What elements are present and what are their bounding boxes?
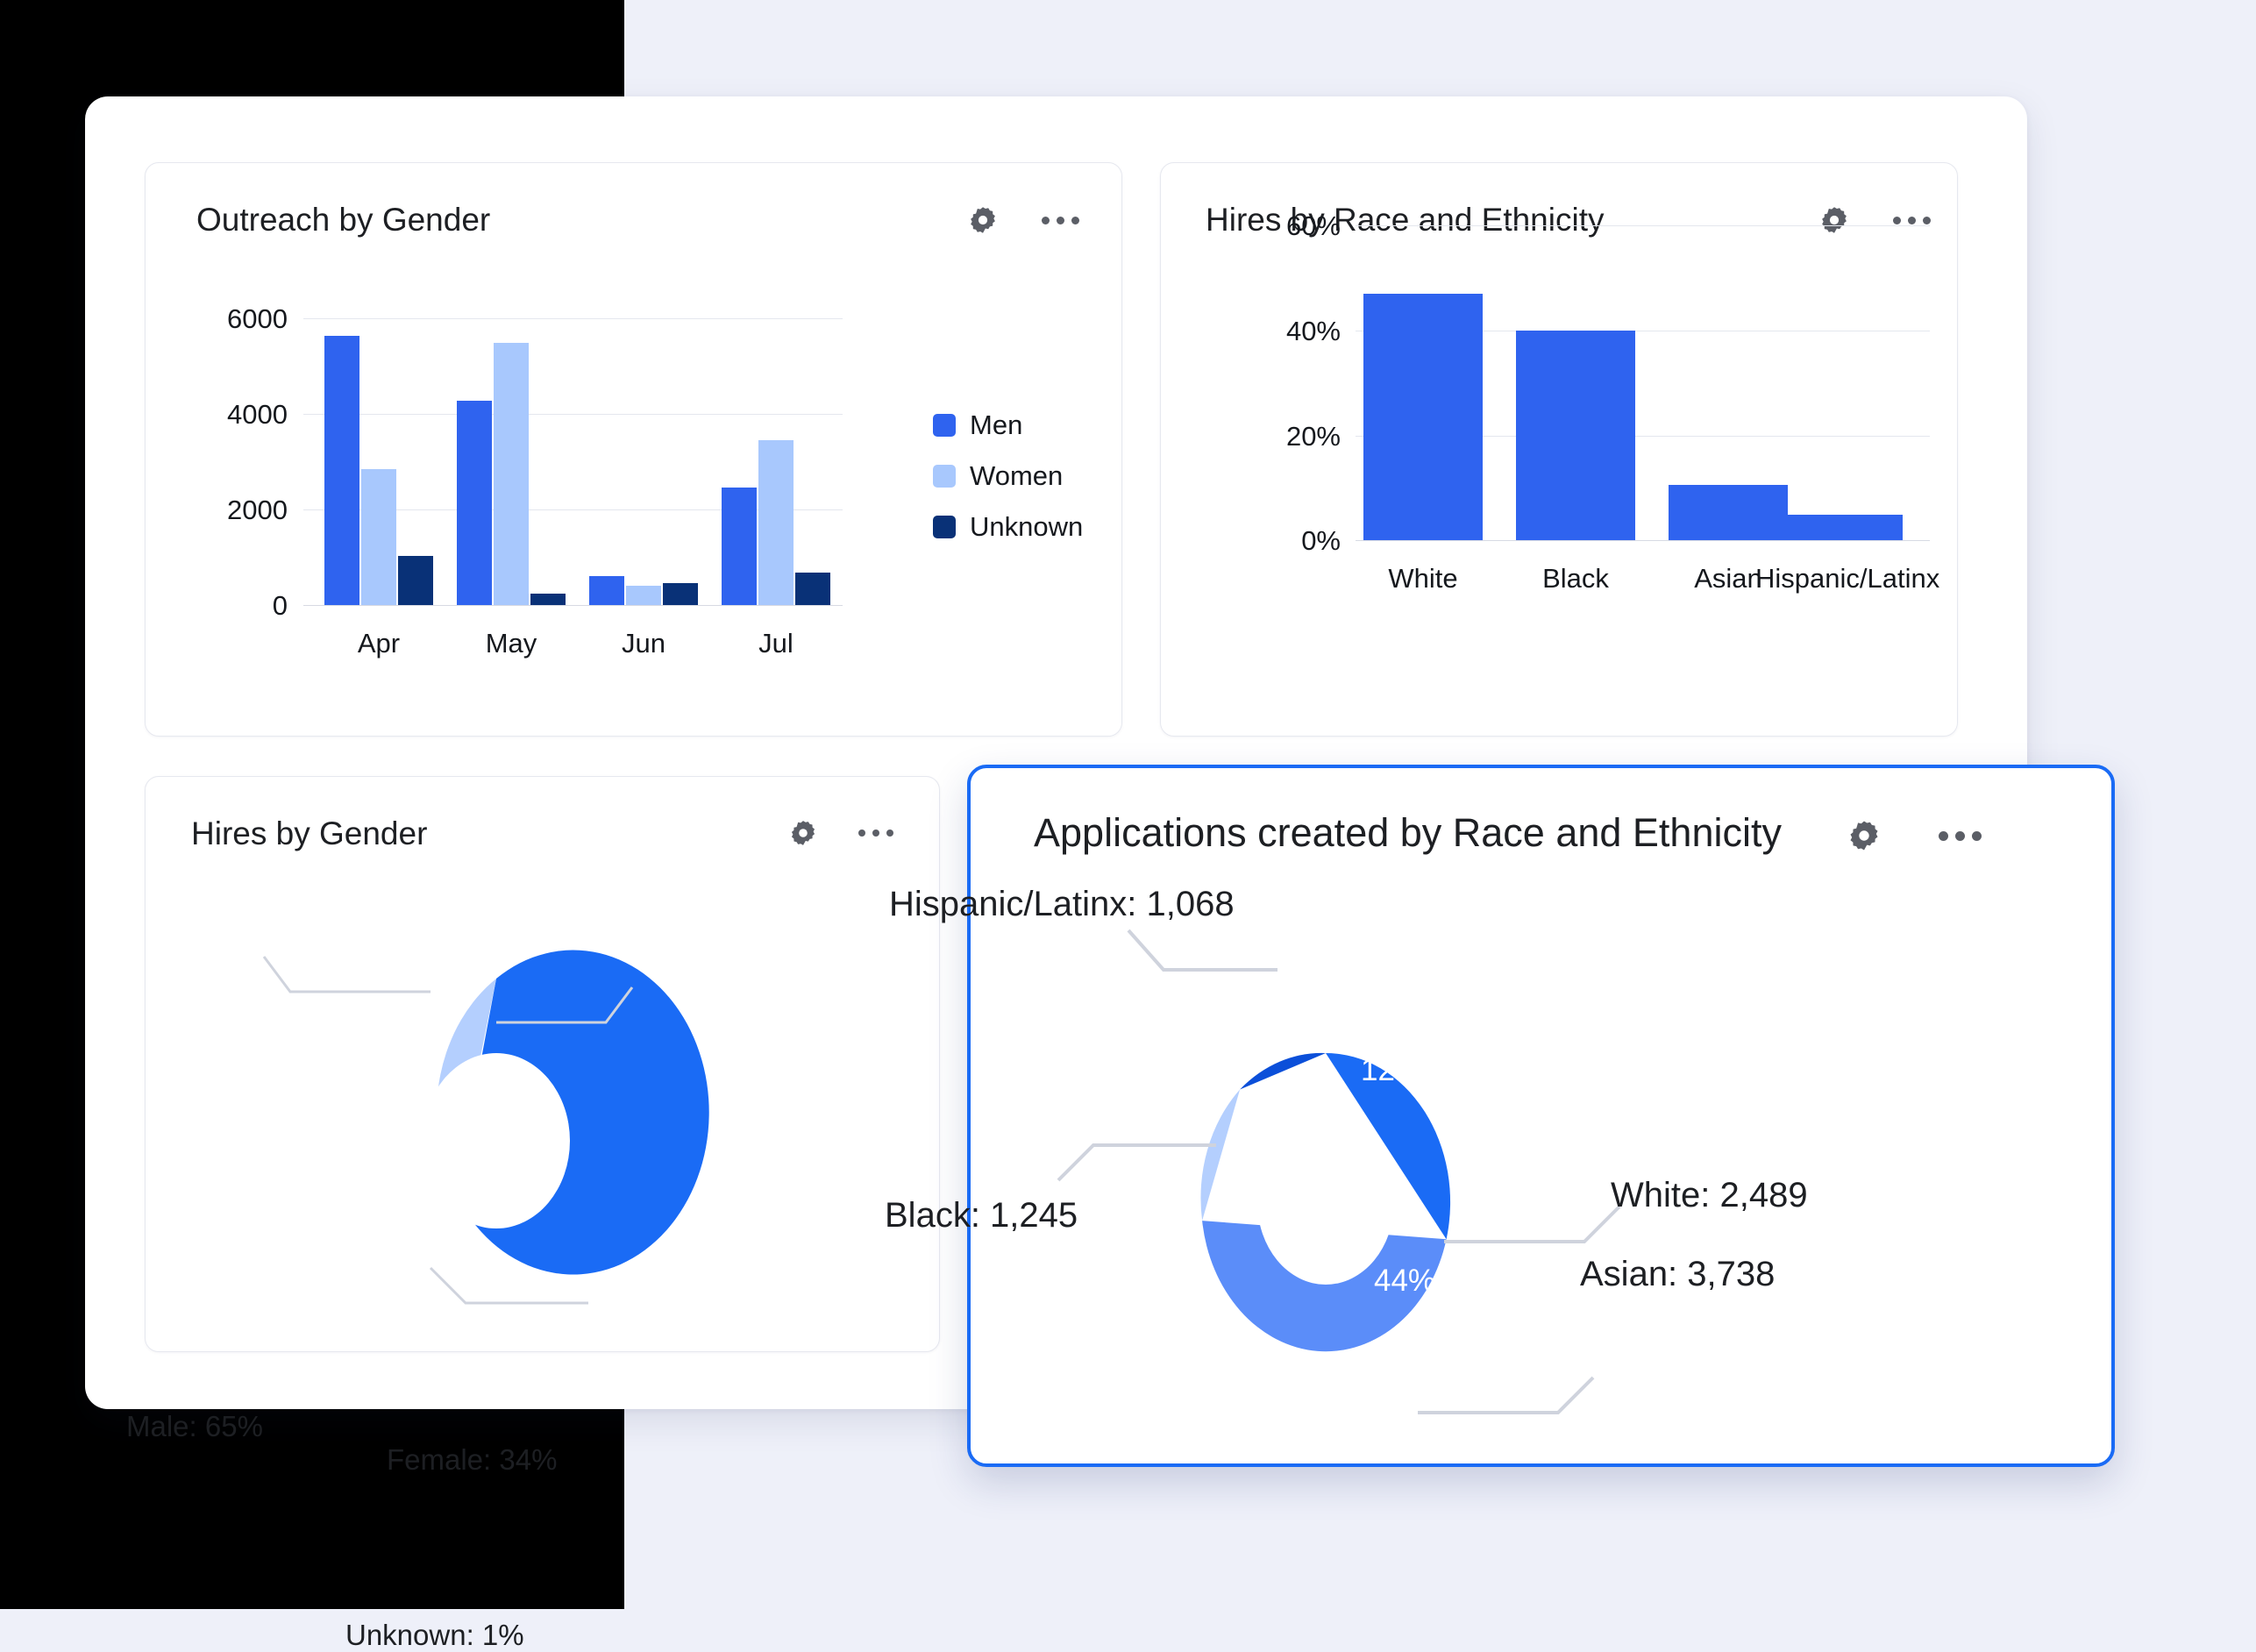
leader-line-black xyxy=(1058,1145,1216,1180)
x-tick: May xyxy=(450,628,573,659)
card-actions xyxy=(789,819,893,847)
more-horizontal-icon[interactable] xyxy=(1939,831,1982,841)
card-title: Hires by Gender xyxy=(191,815,427,852)
bar-jul-women[interactable] xyxy=(758,440,794,605)
bar-may-unknown[interactable] xyxy=(530,594,566,605)
more-horizontal-icon[interactable] xyxy=(1042,217,1079,224)
donut-chart-hires-by-gender xyxy=(211,917,878,1321)
card-title: Applications created by Race and Ethnici… xyxy=(1034,810,1782,856)
card-title: Outreach by Gender xyxy=(196,202,490,239)
card-actions xyxy=(968,205,1079,235)
bar-jun-men[interactable] xyxy=(589,576,624,605)
card-outreach-by-gender[interactable]: Outreach by Gender xyxy=(145,162,1122,737)
leader-line-male xyxy=(264,957,431,992)
y-tick: 2000 xyxy=(227,495,288,526)
chart-legend: Men Women Unknown xyxy=(933,409,1083,543)
legend-label: Unknown xyxy=(970,511,1083,543)
more-horizontal-icon[interactable] xyxy=(858,830,893,837)
donut-slice-black[interactable] xyxy=(1200,1090,1240,1221)
x-tick: Jun xyxy=(582,628,705,659)
x-tick: Apr xyxy=(317,628,440,659)
donut-percent-asian: 44% xyxy=(1374,1264,1435,1299)
legend-swatch-icon xyxy=(933,516,956,538)
gear-icon[interactable] xyxy=(1847,819,1881,852)
x-tick: Black xyxy=(1505,563,1646,595)
gridline xyxy=(1356,225,1930,226)
legend-swatch-icon xyxy=(933,414,956,437)
donut-label-asian: Asian: 3,738 xyxy=(1580,1255,1775,1294)
gear-icon[interactable] xyxy=(968,205,998,235)
bar-jul-men[interactable] xyxy=(722,488,757,605)
donut-label-white: White: 2,489 xyxy=(1611,1176,1808,1215)
donut-label-female: Female: 34% xyxy=(387,1443,557,1477)
gear-icon[interactable] xyxy=(789,819,817,847)
legend-item-unknown[interactable]: Unknown xyxy=(933,511,1083,543)
card-hires-by-gender[interactable]: Hires by Gender Male: 65% Female: 34% Un… xyxy=(145,776,940,1352)
bar-jun-unknown[interactable] xyxy=(663,583,698,605)
legend-swatch-icon xyxy=(933,465,956,488)
donut-chart-applications xyxy=(953,891,2110,1461)
bar-asian[interactable] xyxy=(1669,485,1788,540)
donut-label-unknown: Unknown: 1% xyxy=(345,1619,524,1652)
y-tick: 4000 xyxy=(227,399,288,431)
bar-black[interactable] xyxy=(1516,331,1635,540)
card-applications-created-by-race-and-ethnicity[interactable]: Applications created by Race and Ethnici… xyxy=(967,765,2115,1467)
donut-label-hispanic-latinx: Hispanic/Latinx: 1,068 xyxy=(889,885,1235,924)
bar-apr-unknown[interactable] xyxy=(398,556,433,605)
legend-item-women[interactable]: Women xyxy=(933,460,1083,492)
x-tick: Jul xyxy=(715,628,837,659)
bar-apr-women[interactable] xyxy=(361,469,396,605)
y-tick: 0 xyxy=(273,590,288,622)
legend-label: Men xyxy=(970,409,1022,441)
x-tick: White xyxy=(1353,563,1493,595)
donut-label-black: Black: 1,245 xyxy=(885,1196,1078,1235)
y-tick: 60% xyxy=(1286,210,1341,242)
bar-hispanic-latinx[interactable] xyxy=(1783,515,1903,540)
x-tick: Hispanic/Latinx xyxy=(1755,563,1931,595)
axis-line xyxy=(1356,540,1930,541)
y-tick: 0% xyxy=(1301,525,1341,557)
legend-item-men[interactable]: Men xyxy=(933,409,1083,441)
leader-line-white xyxy=(1444,1207,1619,1242)
bar-may-men[interactable] xyxy=(457,401,492,605)
more-horizontal-icon[interactable] xyxy=(1893,217,1931,224)
bar-white[interactable] xyxy=(1363,294,1483,540)
bar-may-women[interactable] xyxy=(494,343,529,605)
y-tick: 40% xyxy=(1286,316,1341,347)
donut-hole xyxy=(423,1053,570,1228)
donut-percent-white: 29% xyxy=(1470,1126,1532,1161)
donut-percent-black: 15% xyxy=(1273,1110,1334,1145)
leader-line-asian xyxy=(1418,1378,1593,1413)
gridline xyxy=(303,414,843,415)
bar-jul-unknown[interactable] xyxy=(795,573,830,605)
donut-slice-hispanic-latinx[interactable] xyxy=(1240,1053,1326,1090)
y-tick: 6000 xyxy=(227,303,288,335)
gridline xyxy=(303,318,843,319)
bar-chart-hires-race: 60% 40% 20% 0% White Black Asian Hispani… xyxy=(1356,225,1930,540)
leader-line-hispanic-latinx xyxy=(1128,930,1277,970)
y-tick: 20% xyxy=(1286,421,1341,452)
bar-chart-outreach: 6000 4000 2000 0 Apr May Jun Jul xyxy=(303,318,843,605)
card-hires-by-race-and-ethnicity[interactable]: Hires by Race and Ethnicity 60% 40% 20% … xyxy=(1160,162,1958,737)
donut-percent-hispanic-latinx: 12% xyxy=(1361,1053,1422,1088)
bar-apr-men[interactable] xyxy=(324,336,359,605)
bar-jun-women[interactable] xyxy=(626,586,661,605)
axis-line xyxy=(303,605,843,606)
legend-label: Women xyxy=(970,460,1063,492)
card-actions xyxy=(1847,819,1982,852)
donut-label-male: Male: 65% xyxy=(126,1410,263,1443)
